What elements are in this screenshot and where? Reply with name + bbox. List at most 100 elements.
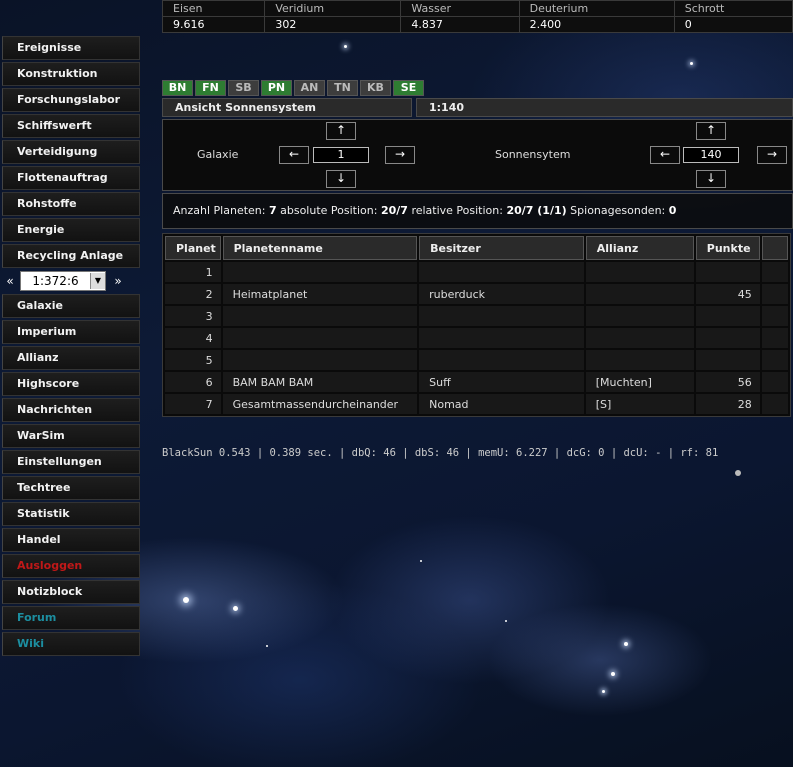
- galaxy-prev-button[interactable]: ←: [279, 146, 309, 164]
- planet-position: 1: [165, 262, 221, 282]
- spy-probes-label: Spionagesonden:: [570, 204, 666, 217]
- planet-name[interactable]: Gesamtmassendurcheinander: [222, 394, 418, 414]
- resource-value-veridium: 302: [264, 16, 402, 33]
- planet-name[interactable]: [222, 328, 418, 348]
- planet-name[interactable]: BAM BAM BAM: [222, 372, 418, 392]
- system-input[interactable]: 140: [683, 147, 739, 163]
- planet-alliance[interactable]: [585, 306, 694, 326]
- nav-statistik[interactable]: Statistik: [2, 502, 140, 526]
- nav-rohstoffe[interactable]: Rohstoffe: [2, 192, 140, 216]
- tab-an[interactable]: AN: [294, 80, 325, 96]
- nav-konstruktion[interactable]: Konstruktion: [2, 62, 140, 86]
- col-planet: Planet: [165, 236, 221, 260]
- tab-tn[interactable]: TN: [327, 80, 358, 96]
- table-row: 4: [165, 328, 788, 348]
- sidebar: Ereignisse Konstruktion Forschungslabor …: [2, 36, 140, 658]
- nav-allianz[interactable]: Allianz: [2, 346, 140, 370]
- col-allianz: Allianz: [585, 236, 694, 260]
- planet-position: 7: [165, 394, 221, 414]
- tab-fn[interactable]: FN: [195, 80, 226, 96]
- chevron-down-icon[interactable]: ▼: [90, 273, 105, 289]
- planet-alliance[interactable]: [585, 328, 694, 348]
- nav-forschungslabor[interactable]: Forschungslabor: [2, 88, 140, 112]
- nav-nachrichten[interactable]: Nachrichten: [2, 398, 140, 422]
- nav-schiffswerft[interactable]: Schiffswerft: [2, 114, 140, 138]
- planet-alliance[interactable]: [585, 262, 694, 282]
- tab-kb[interactable]: KB: [360, 80, 391, 96]
- nav-flottenauftrag[interactable]: Flottenauftrag: [2, 166, 140, 190]
- planet-alliance[interactable]: [S]: [585, 394, 694, 414]
- planet-actions: [761, 372, 788, 392]
- planet-position: 6: [165, 372, 221, 392]
- prev-planet-button[interactable]: «: [2, 274, 16, 288]
- galaxy-input[interactable]: 1: [313, 147, 369, 163]
- nav-handel[interactable]: Handel: [2, 528, 140, 552]
- planet-alliance[interactable]: [585, 350, 694, 370]
- next-planet-button[interactable]: »: [110, 274, 124, 288]
- star: [183, 597, 189, 603]
- tab-pn[interactable]: PN: [261, 80, 292, 96]
- resource-value-wasser: 4.837: [400, 16, 520, 33]
- galaxy-view: BN FN SB PN AN TN KB SE Ansicht Sonnensy…: [162, 80, 793, 417]
- star: [624, 642, 628, 646]
- nav-verteidigung[interactable]: Verteidigung: [2, 140, 140, 164]
- resource-headers: Eisen Veridium Wasser Deuterium Schrott: [161, 0, 793, 17]
- planet-owner[interactable]: Nomad: [419, 394, 584, 414]
- galaxy-down-button[interactable]: ↓: [326, 170, 356, 188]
- galaxy-label: Galaxie: [197, 148, 239, 161]
- star: [266, 645, 268, 647]
- system-header: Ansicht Sonnensystem 1:140: [162, 98, 793, 117]
- tab-se[interactable]: SE: [393, 80, 424, 96]
- star: [344, 45, 347, 48]
- spy-probes-value: 0: [668, 204, 677, 217]
- star: [420, 560, 422, 562]
- nav-forum[interactable]: Forum: [2, 606, 140, 630]
- tab-sb[interactable]: SB: [228, 80, 259, 96]
- nav-galaxie[interactable]: Galaxie: [2, 294, 140, 318]
- planet-position: 3: [165, 306, 221, 326]
- planet-owner[interactable]: [419, 328, 584, 348]
- galaxy-up-button[interactable]: ↑: [326, 122, 356, 140]
- nav-energie[interactable]: Energie: [2, 218, 140, 242]
- planet-name[interactable]: Heimatplanet: [222, 284, 418, 304]
- nav-ereignisse[interactable]: Ereignisse: [2, 36, 140, 60]
- system-up-button[interactable]: ↑: [696, 122, 726, 140]
- planet-select[interactable]: 1:372:6 ▼: [20, 271, 106, 291]
- tab-bn[interactable]: BN: [162, 80, 193, 96]
- planet-owner[interactable]: [419, 350, 584, 370]
- planet-alliance[interactable]: [585, 284, 694, 304]
- system-next-button[interactable]: →: [757, 146, 787, 164]
- system-prev-button[interactable]: ←: [650, 146, 680, 164]
- planet-owner[interactable]: [419, 262, 584, 282]
- nav-techtree[interactable]: Techtree: [2, 476, 140, 500]
- planet-owner[interactable]: [419, 306, 584, 326]
- planet-position: 5: [165, 350, 221, 370]
- nav-warsim[interactable]: WarSim: [2, 424, 140, 448]
- nav-ausloggen[interactable]: Ausloggen: [2, 554, 140, 578]
- planet-owner[interactable]: Suff: [419, 372, 584, 392]
- col-actions: [761, 236, 788, 260]
- resource-header-schrott: Schrott: [673, 0, 793, 17]
- planet-name[interactable]: [222, 262, 418, 282]
- planet-alliance[interactable]: [Muchten]: [585, 372, 694, 392]
- planet-name[interactable]: [222, 306, 418, 326]
- system-down-button[interactable]: ↓: [696, 170, 726, 188]
- planet-name[interactable]: [222, 350, 418, 370]
- relative-position-value: 20/7 (1/1): [506, 204, 567, 217]
- nav-notizblock[interactable]: Notizblock: [2, 580, 140, 604]
- nav-highscore[interactable]: Highscore: [2, 372, 140, 396]
- nav-wiki[interactable]: Wiki: [2, 632, 140, 656]
- galaxy-next-button[interactable]: →: [385, 146, 415, 164]
- planet-actions: [761, 306, 788, 326]
- nav-imperium[interactable]: Imperium: [2, 320, 140, 344]
- planet-points: [695, 262, 760, 282]
- planet-points: 56: [695, 372, 760, 392]
- planet-owner[interactable]: ruberduck: [419, 284, 584, 304]
- resource-bar: Eisen Veridium Wasser Deuterium Schrott …: [161, 0, 793, 33]
- resource-value-schrott: 0: [673, 16, 793, 33]
- filter-tabs: BN FN SB PN AN TN KB SE: [162, 80, 793, 96]
- resource-header-veridium: Veridium: [264, 0, 402, 17]
- nav-recycling-anlage[interactable]: Recycling Anlage: [2, 244, 140, 268]
- resource-header-eisen: Eisen: [161, 0, 266, 17]
- nav-einstellungen[interactable]: Einstellungen: [2, 450, 140, 474]
